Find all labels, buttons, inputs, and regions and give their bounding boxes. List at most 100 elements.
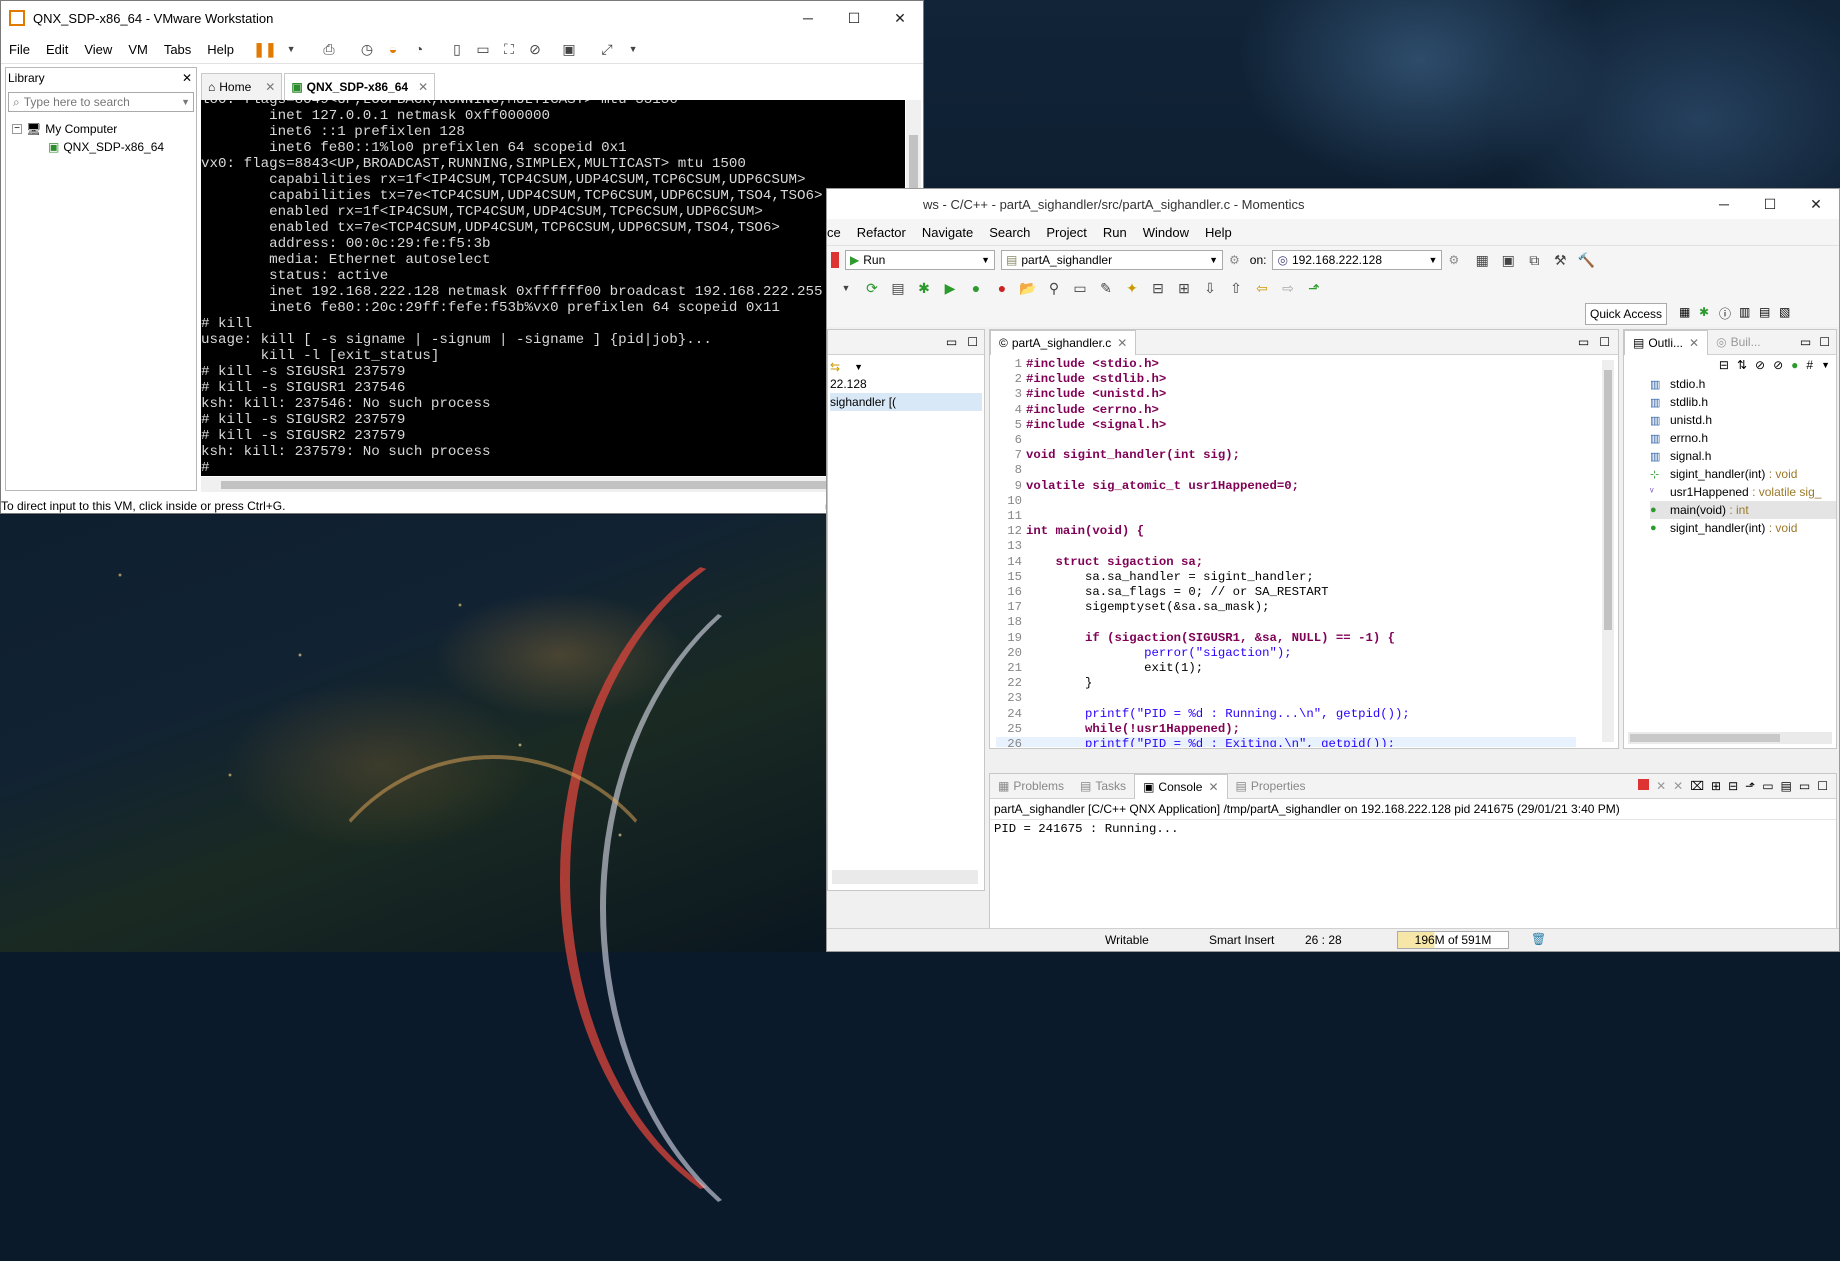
minimize-button[interactable]: ─ (1701, 188, 1747, 220)
save-icon[interactable]: ▣ (1497, 249, 1519, 271)
menu-view[interactable]: View (76, 42, 120, 57)
build-icon[interactable]: ⚒ (1549, 249, 1571, 271)
vm-console[interactable]: lo0: flags=8049<UP,LOOPBACK,RUNNING,MULT… (201, 100, 905, 476)
menu-help[interactable]: Help (1197, 225, 1240, 240)
debug-icon[interactable]: ✱ (913, 277, 935, 299)
gear-icon[interactable]: ⚙ (1229, 253, 1240, 267)
perspective-icon[interactable]: ✱ (1699, 305, 1709, 319)
perspective-icon[interactable]: ▧ (1779, 305, 1790, 319)
close-button[interactable]: ✕ (877, 2, 923, 34)
tab-build-targets[interactable]: ◎ Buil... (1708, 330, 1769, 354)
outline-scrollbar[interactable] (1628, 732, 1832, 744)
save-all-icon[interactable]: ⧉ (1523, 249, 1545, 271)
quick-access-input[interactable]: Quick Access (1585, 303, 1667, 325)
launch-target-select[interactable]: ◎ 192.168.222.128 ▼ (1272, 250, 1443, 270)
remove-launch-icon[interactable]: ✕ (1656, 779, 1666, 793)
perspective-icon[interactable]: ⓘ (1719, 305, 1731, 322)
sort-icon[interactable]: ⇅ (1737, 358, 1747, 372)
menu-source[interactable]: ce (827, 225, 849, 240)
profile-icon[interactable]: ● (991, 277, 1013, 299)
outline-item[interactable]: ▥ unistd.h (1650, 411, 1836, 429)
maximize-button[interactable]: ☐ (1747, 188, 1793, 220)
heap-status[interactable]: 196M of 591M (1397, 931, 1509, 949)
console-scrollbar[interactable] (994, 914, 1832, 924)
full-screen-icon[interactable]: ⛶ (498, 38, 520, 60)
menu-refactor[interactable]: Refactor (849, 225, 914, 240)
close-library-icon[interactable]: ✕ (182, 71, 192, 85)
tree-node-my-computer[interactable]: − 🖥 My Computer (6, 120, 196, 138)
unity-icon[interactable]: ⊘ (524, 38, 546, 60)
menu-vm[interactable]: VM (120, 42, 156, 57)
console-horizontal-scrollbar[interactable] (201, 477, 905, 492)
hide-nonpublic-icon[interactable]: ● (1791, 358, 1798, 372)
remove-all-icon[interactable]: ✕ (1673, 779, 1683, 793)
scroll-lock-icon[interactable]: ⊞ (1711, 779, 1721, 793)
display-console-icon[interactable]: ▭ (1762, 779, 1773, 793)
annotation-icon[interactable]: ⊞ (1173, 277, 1195, 299)
collapse-all-icon[interactable]: ⊟ (1719, 358, 1729, 372)
terminal-icon[interactable]: ▭ (1069, 277, 1091, 299)
minimize-panel-icon[interactable]: ▭ (1799, 779, 1810, 793)
maximize-panel-icon[interactable]: ☐ (967, 335, 978, 349)
stop-icon[interactable] (831, 252, 839, 268)
minimize-panel-icon[interactable]: ▭ (1578, 335, 1589, 349)
dropdown-icon[interactable]: ▼ (835, 277, 857, 299)
explorer-item[interactable]: sighandler [( (830, 393, 982, 411)
library-search-input[interactable]: ⌕ Type here to search ▼ (8, 92, 194, 112)
chevron-down-icon[interactable]: ▼ (181, 97, 190, 107)
menu-project[interactable]: Project (1038, 225, 1094, 240)
outline-item[interactable]: ⊹ sigint_handler(int) : void (1650, 465, 1836, 483)
launch-mode-select[interactable]: ▶ Run ▼ (845, 250, 995, 270)
menu-help[interactable]: Help (199, 42, 242, 57)
outline-item[interactable]: ▥ stdio.h (1650, 375, 1836, 393)
close-tab-icon[interactable]: ✕ (1208, 780, 1218, 794)
perspective-icon[interactable]: ▤ (1759, 305, 1770, 319)
outline-item[interactable]: ▥ errno.h (1650, 429, 1836, 447)
link-editor-icon[interactable]: ⇆ (830, 360, 840, 374)
outline-item[interactable]: ● main(void) : int (1650, 501, 1836, 519)
clear-console-icon[interactable]: ⌧ (1690, 779, 1704, 793)
maximize-panel-icon[interactable]: ☐ (1817, 779, 1828, 793)
close-tab-icon[interactable]: ✕ (418, 80, 428, 94)
outline-item[interactable]: ᵛ usr1Happened : volatile sig_ (1650, 483, 1836, 501)
view-menu-icon[interactable]: ▼ (1821, 360, 1830, 370)
outline-item[interactable]: ● sigint_handler(int) : void (1650, 519, 1836, 537)
forward-icon[interactable]: ⇨ (1277, 277, 1299, 299)
perspective-icon[interactable]: ▥ (1739, 305, 1750, 319)
tab-editor-file[interactable]: © partA_sighandler.c ✕ (990, 329, 1137, 355)
console-view-icon[interactable]: ▣ (558, 38, 580, 60)
pin-console-icon[interactable]: ⬏ (1745, 779, 1755, 793)
word-wrap-icon[interactable]: ⊟ (1728, 779, 1738, 793)
menu-search[interactable]: Search (981, 225, 1038, 240)
open-folder-icon[interactable]: 📂 (1017, 277, 1039, 299)
chevron-down-icon[interactable]: ▼ (622, 38, 644, 60)
maximize-button[interactable]: ☐ (831, 2, 877, 34)
explorer-item[interactable]: 22.128 (830, 375, 982, 393)
pin-editor-icon[interactable]: ⬏ (1303, 277, 1325, 299)
maximize-panel-icon[interactable]: ☐ (1599, 335, 1610, 349)
hide-fields-icon[interactable]: ⊘ (1755, 358, 1765, 372)
close-tab-icon[interactable]: ✕ (1117, 336, 1127, 350)
prev-annotation-icon[interactable]: ⇧ (1225, 277, 1247, 299)
tab-home[interactable]: ⌂ Home ✕ (201, 73, 283, 100)
outline-item[interactable]: ▥ signal.h (1650, 447, 1836, 465)
minimize-panel-icon[interactable]: ▭ (946, 335, 957, 349)
explorer-scrollbar[interactable] (832, 870, 978, 884)
tab-properties[interactable]: ▤ Properties (1228, 774, 1314, 798)
view-menu-icon[interactable]: ▼ (854, 362, 863, 372)
new-console-icon[interactable]: ▤ (1781, 779, 1792, 793)
menu-tabs[interactable]: Tabs (156, 42, 199, 57)
pause-icon[interactable]: ❚❚ (253, 38, 276, 60)
run-icon[interactable]: ▶ (939, 277, 961, 299)
outline-item[interactable]: ▥ stdlib.h (1650, 393, 1836, 411)
minimize-panel-icon[interactable]: ▭ (1800, 335, 1811, 349)
minimize-button[interactable]: ─ (785, 2, 831, 34)
snapshot-icon[interactable]: ◷ (356, 38, 378, 60)
new-icon[interactable]: ▦ (1471, 249, 1493, 271)
editor-scrollbar[interactable] (1602, 360, 1614, 742)
hammer-icon[interactable]: 🔨 (1575, 249, 1597, 271)
coverage-icon[interactable]: ● (965, 277, 987, 299)
code-editor[interactable]: 1 #include <stdio.h> 2 #include <stdlib.h> 3… (996, 357, 1576, 747)
thumbnail-view-icon[interactable]: ▭ (472, 38, 494, 60)
trash-icon[interactable]: 🗑 (1531, 932, 1546, 946)
